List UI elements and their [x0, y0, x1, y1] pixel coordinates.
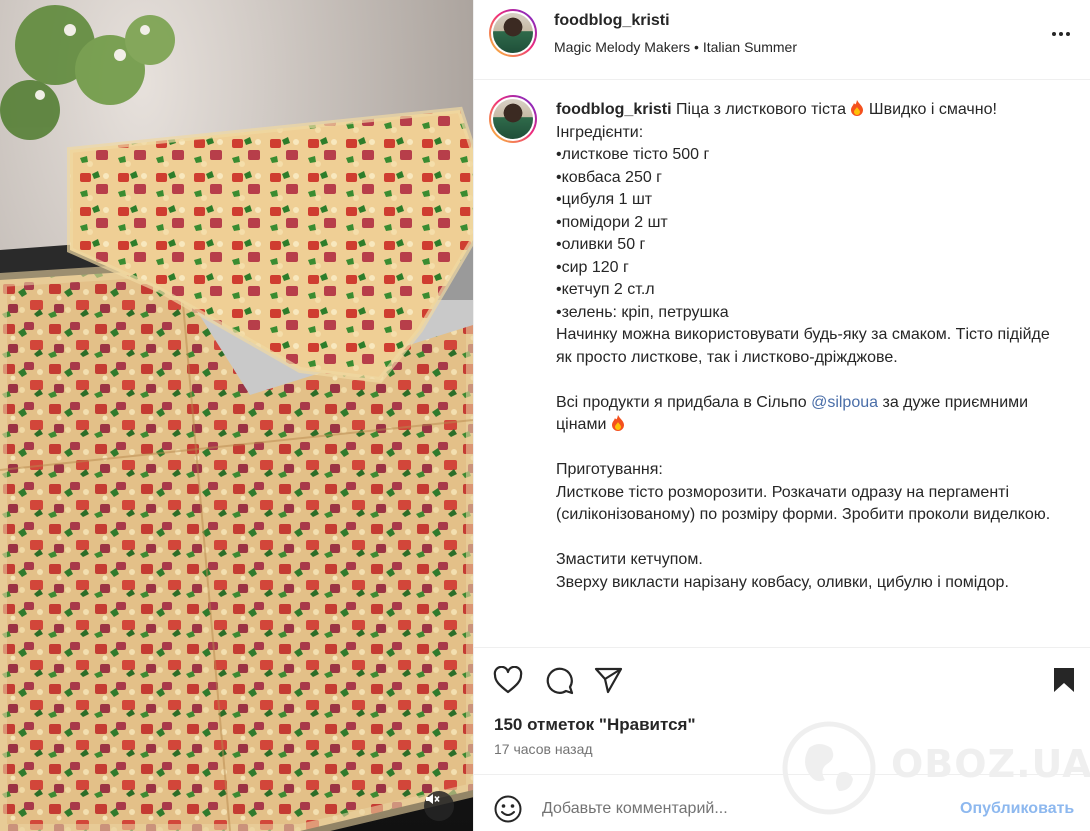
caption-scroll-area[interactable]: foodblog_kristi Піца з листкового тіста … [474, 81, 1090, 647]
emoji-icon[interactable] [493, 794, 523, 824]
ingredient-item: •оливки 50 г [556, 236, 646, 253]
shop-text: Всі продукти я придбала в Сільпо [556, 393, 807, 411]
ingredient-item: •цибуля 1 шт [556, 191, 653, 208]
post-header: foodblog_kristi Magic Melody Makers • It… [474, 0, 1090, 80]
action-bar [474, 647, 1090, 711]
caption-title-tail: Швидко і смачно! [868, 101, 997, 118]
avatar[interactable] [489, 9, 537, 57]
ingredient-item: •листкове тісто 500 г [556, 146, 710, 163]
comment-bar: Опубликовать [474, 774, 1090, 831]
method-step: Змастити кетчупом. [556, 551, 703, 568]
caption-text: foodblog_kristi Піца з листкового тіста … [556, 99, 1066, 594]
post-timestamp[interactable]: 17 часов назад [494, 741, 593, 757]
comment-input[interactable] [542, 798, 922, 820]
audio-artist[interactable]: Magic Melody Makers [554, 39, 690, 55]
caption-username[interactable]: foodblog_kristi [556, 101, 672, 118]
comment-icon [546, 667, 574, 695]
bookmark-icon [1054, 668, 1074, 692]
post-media[interactable] [0, 0, 473, 831]
caption-avatar[interactable] [489, 95, 537, 143]
caption-title: Піца з листкового тіста [676, 101, 847, 118]
publish-comment-button[interactable]: Опубликовать [960, 800, 1074, 818]
muted-speaker-icon [426, 794, 440, 804]
ingredient-item: •зелень: кріп, петрушка [556, 303, 729, 321]
comment-button[interactable] [543, 664, 575, 696]
method-step: Листкове тісто розморозити. Розкачати од… [556, 483, 1051, 524]
save-button[interactable] [1048, 664, 1080, 696]
author-username[interactable]: foodblog_kristi [554, 12, 670, 30]
ingredient-item: •ковбаса 250 г [556, 168, 663, 186]
ingredients-heading: Інгредієнти: [556, 123, 644, 141]
heart-icon [493, 666, 523, 694]
fire-emoji-icon [851, 100, 864, 116]
audio-separator: • [694, 39, 699, 55]
ingredient-item: •кетчуп 2 ст.л [556, 281, 655, 298]
ingredient-item: •помідори 2 шт [556, 213, 668, 231]
more-dots-icon[interactable] [1047, 20, 1075, 48]
share-button[interactable] [593, 664, 625, 696]
silpo-mention-link[interactable]: @silpoua [811, 394, 878, 411]
audio-info: Magic Melody Makers • Italian Summer [554, 39, 797, 55]
pizza-photo [0, 0, 473, 831]
filling-note: Начинку можна використовувати будь-яку з… [556, 326, 1050, 366]
method-heading: Приготування: [556, 461, 663, 478]
like-button[interactable] [492, 664, 524, 696]
likes-count[interactable]: 150 отметок "Нравится" [494, 715, 696, 735]
method-step: Зверху викласти нарізану ковбасу, оливки… [556, 573, 1009, 591]
ingredient-item: •сир 120 г [556, 258, 629, 276]
fire-emoji-icon [611, 415, 624, 431]
send-icon [594, 667, 623, 694]
mute-button[interactable] [424, 791, 454, 821]
audio-track[interactable]: Italian Summer [703, 39, 797, 55]
post-side-panel: foodblog_kristi Magic Melody Makers • It… [473, 0, 1090, 831]
